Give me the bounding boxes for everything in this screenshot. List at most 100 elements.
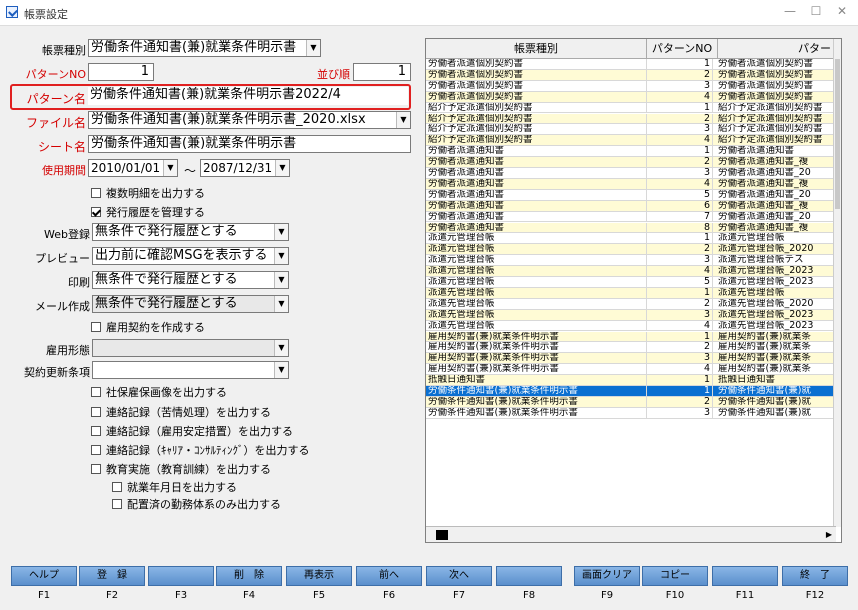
chevron-down-icon[interactable]: ▼ bbox=[274, 340, 288, 356]
checkbox-renraku1[interactable]: 連絡記録（苦情処理）を出力する bbox=[91, 404, 271, 420]
maximize-button[interactable]: ☐ bbox=[806, 4, 826, 18]
table-row[interactable]: 雇用契約書(兼)就業条件明示書 2 雇用契約書(兼)就業条 bbox=[426, 342, 836, 354]
table-row[interactable]: 労働条件通知書(兼)就業条件明示書 3 労働条件通知書(兼)就 bbox=[426, 407, 836, 419]
checkbox-haichi[interactable]: 配置済の勤務体系のみ出力する bbox=[112, 496, 281, 512]
grid-header-pattern[interactable]: パター bbox=[718, 39, 836, 59]
table-row[interactable]: 雇用契約書(兼)就業条件明示書 3 雇用契約書(兼)就業条 bbox=[426, 353, 836, 365]
scroll-right-icon[interactable]: ▶ bbox=[824, 530, 834, 540]
function-button-f5[interactable]: 再表示 bbox=[286, 566, 352, 586]
checkbox-icon[interactable] bbox=[91, 407, 101, 417]
table-row[interactable]: 派遣元管理台帳 5 派遣元管理台帳_2023 bbox=[426, 277, 836, 288]
table-row[interactable]: 派遣元管理台帳 2 派遣元管理台帳_2020 bbox=[426, 244, 836, 256]
checkbox-renraku2[interactable]: 連絡記録（雇用安定措置）を出力する bbox=[91, 423, 293, 439]
chevron-down-icon[interactable]: ▼ bbox=[163, 160, 177, 176]
table-row[interactable]: 雇用契約書(兼)就業条件明示書 1 雇用契約書(兼)就業条 bbox=[426, 331, 836, 343]
web-select[interactable]: 無条件で発行履歴とする ▼ bbox=[92, 223, 289, 241]
function-button-f11[interactable] bbox=[712, 566, 778, 586]
function-button-f4[interactable]: 削 除 bbox=[216, 566, 282, 586]
table-row[interactable]: 派遣先管理台帳 2 派遣先管理台帳_2020 bbox=[426, 298, 836, 310]
checkbox-icon[interactable] bbox=[91, 387, 101, 397]
checkbox-kyoiku[interactable]: 教育実施（教育訓練）を出力する bbox=[91, 461, 271, 477]
pattern-no-field[interactable]: 1 bbox=[88, 63, 154, 81]
checkbox-icon[interactable] bbox=[91, 445, 101, 455]
table-row[interactable]: 雇用契約書(兼)就業条件明示書 4 雇用契約書(兼)就業条 bbox=[426, 364, 836, 376]
table-row[interactable]: 労働者派遣通知書 4 労働者派遣通知書_複 bbox=[426, 178, 836, 190]
function-button-f1[interactable]: ヘルプ bbox=[11, 566, 77, 586]
checkbox-checked-icon[interactable] bbox=[91, 207, 101, 217]
function-button-f10[interactable]: コピー bbox=[642, 566, 708, 586]
preview-select[interactable]: 出力前に確認MSGを表示する ▼ bbox=[92, 247, 289, 265]
grid-header-pattern-no[interactable]: パターンNO bbox=[647, 39, 718, 59]
sheet-name-field[interactable]: 労働条件通知書(兼)就業条件明示書 bbox=[88, 135, 411, 153]
table-row[interactable]: 紹介予定派遣個別契約書 3 紹介予定派遣個別契約書 bbox=[426, 124, 836, 136]
table-row[interactable]: 労働条件通知書(兼)就業条件明示書 2 労働条件通知書(兼)就 bbox=[426, 396, 836, 408]
table-row[interactable]: 労働者派遣通知書 6 労働者派遣通知書_複 bbox=[426, 200, 836, 212]
table-row[interactable]: 紹介予定派遣個別契約書 1 紹介予定派遣個別契約書 bbox=[426, 102, 836, 114]
function-button-f9[interactable]: 画面クリア bbox=[574, 566, 640, 586]
checkbox-fukusu[interactable]: 複数明細を出力する bbox=[91, 185, 205, 201]
table-row[interactable]: 派遣元管理台帳 4 派遣元管理台帳_2023 bbox=[426, 266, 836, 277]
checkbox-koyo[interactable]: 雇用契約を作成する bbox=[91, 319, 205, 335]
file-name-select[interactable]: 労働条件通知書(兼)就業条件明示書_2020.xlsx ▼ bbox=[88, 111, 411, 129]
function-button-f8[interactable] bbox=[496, 566, 562, 586]
table-row[interactable]: 労働者派遣通知書 7 労働者派遣通知書_20 bbox=[426, 211, 836, 223]
scroll-thumb[interactable] bbox=[436, 530, 448, 540]
chevron-down-icon[interactable]: ▼ bbox=[306, 40, 320, 56]
checkbox-icon[interactable] bbox=[91, 322, 101, 332]
chohyo-shubetsu-select[interactable]: 労働条件通知書(兼)就業条件明示書 ▼ bbox=[88, 39, 321, 57]
checkbox-shaho[interactable]: 社保雇保画像を出力する bbox=[91, 384, 227, 400]
table-row[interactable]: 労働者派遣通知書 2 労働者派遣通知書_複 bbox=[426, 157, 836, 168]
table-row[interactable]: 労働条件通知書(兼)就業条件明示書 1 労働条件通知書(兼)就 bbox=[426, 386, 836, 397]
checkbox-icon[interactable] bbox=[91, 464, 101, 474]
checkbox-hakko[interactable]: 発行履歴を管理する bbox=[91, 204, 205, 220]
mail-select[interactable]: 無条件で発行履歴とする ▼ bbox=[92, 295, 289, 313]
minimize-button[interactable]: — bbox=[780, 4, 800, 18]
checkbox-icon[interactable] bbox=[112, 499, 122, 509]
horizontal-scrollbar[interactable]: ▶ bbox=[426, 526, 836, 542]
koyo-keitai-select[interactable]: ▼ bbox=[92, 339, 289, 357]
table-row[interactable]: 労働者派遣個別契約書 2 労働者派遣個別契約書 bbox=[426, 69, 836, 81]
function-button-f6[interactable]: 前へ bbox=[356, 566, 422, 586]
table-row[interactable]: 派遣先管理台帳 3 派遣先管理台帳_2023 bbox=[426, 309, 836, 321]
checkbox-icon[interactable] bbox=[112, 482, 122, 492]
keiyaku-select[interactable]: ▼ bbox=[92, 361, 289, 379]
close-button[interactable]: ✕ bbox=[832, 4, 852, 18]
table-row[interactable]: 派遣元管理台帳 1 派遣元管理台帳 bbox=[426, 233, 836, 245]
chevron-down-icon[interactable]: ▼ bbox=[274, 296, 288, 312]
checkbox-icon[interactable] bbox=[91, 188, 101, 198]
period-from-select[interactable]: 2010/01/01 ▼ bbox=[88, 159, 178, 177]
chevron-down-icon[interactable]: ▼ bbox=[274, 248, 288, 264]
table-row[interactable]: 労働者派遣個別契約書 1 労働者派遣個別契約書 bbox=[426, 59, 836, 70]
chevron-down-icon[interactable]: ▼ bbox=[274, 224, 288, 240]
chevron-down-icon[interactable]: ▼ bbox=[275, 160, 289, 176]
function-button-f7[interactable]: 次へ bbox=[426, 566, 492, 586]
table-row[interactable]: 抵触日通知書 1 抵触日通知書 bbox=[426, 375, 836, 386]
table-row[interactable]: 労働者派遣個別契約書 3 労働者派遣個別契約書 bbox=[426, 80, 836, 92]
pattern-name-field[interactable]: 労働条件通知書(兼)就業条件明示書2022/4 bbox=[88, 87, 408, 105]
pattern-grid[interactable]: 帳票種別 パターンNO パター 労働者派遣個別契約書 1 労働者派遣個別契約書 労働者… bbox=[425, 38, 842, 543]
chevron-down-icon[interactable]: ▼ bbox=[396, 112, 410, 128]
table-row[interactable]: 派遣先管理台帳 4 派遣先管理台帳_2023 bbox=[426, 320, 836, 332]
checkbox-shugyo[interactable]: 就業年月日を出力する bbox=[112, 479, 237, 495]
table-row[interactable]: 紹介予定派遣個別契約書 2 紹介予定派遣個別契約書 bbox=[426, 113, 836, 125]
period-to-select[interactable]: 2087/12/31 ▼ bbox=[200, 159, 290, 177]
chevron-down-icon[interactable]: ▼ bbox=[274, 272, 288, 288]
narabi-field[interactable]: 1 bbox=[353, 63, 411, 81]
table-row[interactable]: 紹介予定派遣個別契約書 4 紹介予定派遣個別契約書 bbox=[426, 135, 836, 147]
table-row[interactable]: 派遣先管理台帳 1 派遣先管理台帳 bbox=[426, 287, 836, 299]
function-button-f2[interactable]: 登 録 bbox=[79, 566, 145, 586]
vertical-scrollbar[interactable] bbox=[833, 39, 841, 527]
table-row[interactable]: 労働者派遣通知書 8 労働者派遣通知書_複 bbox=[426, 222, 836, 234]
function-button-f12[interactable]: 終 了 bbox=[782, 566, 848, 586]
grid-header-shubetsu[interactable]: 帳票種別 bbox=[426, 39, 647, 59]
table-row[interactable]: 労働者派遣通知書 5 労働者派遣通知書_20 bbox=[426, 189, 836, 201]
chevron-down-icon[interactable]: ▼ bbox=[274, 362, 288, 378]
table-row[interactable]: 労働者派遣個別契約書 4 労働者派遣個別契約書 bbox=[426, 91, 836, 103]
scroll-thumb[interactable] bbox=[835, 59, 840, 209]
checkbox-icon[interactable] bbox=[91, 426, 101, 436]
table-row[interactable]: 労働者派遣通知書 1 労働者派遣通知書 bbox=[426, 146, 836, 158]
checkbox-renraku3[interactable]: 連絡記録（ｷｬﾘｱ・ｺﾝｻﾙﾃｨﾝｸﾞ）を出力する bbox=[91, 442, 310, 458]
table-row[interactable]: 派遣元管理台帳 3 派遣元管理台帳テス bbox=[426, 255, 836, 267]
function-button-f3[interactable] bbox=[148, 566, 214, 586]
table-row[interactable]: 労働者派遣通知書 3 労働者派遣通知書_20 bbox=[426, 168, 836, 179]
